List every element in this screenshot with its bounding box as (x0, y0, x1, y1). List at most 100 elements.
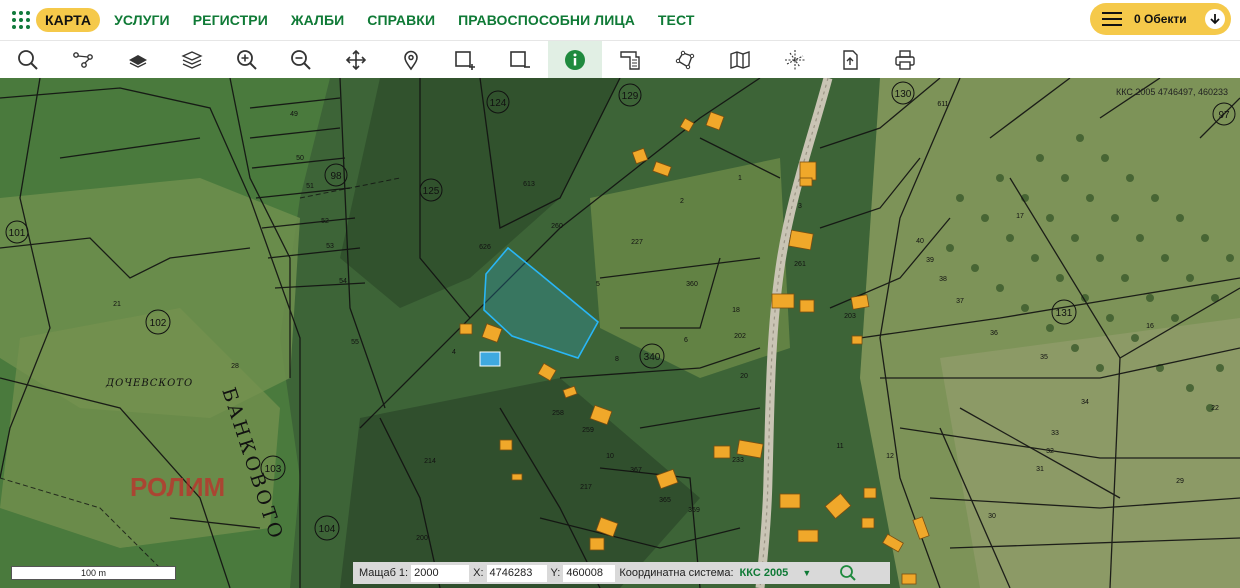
svg-text:18: 18 (732, 307, 740, 314)
map-imagery: 124129 130 98125101 102103104 13134097 49… (0, 78, 1240, 588)
svg-text:22: 22 (1211, 405, 1219, 412)
export-icon (843, 50, 858, 70)
svg-text:53: 53 (326, 243, 334, 250)
polygon-draw-tool-button[interactable] (658, 41, 712, 79)
coordinate-system-select[interactable]: ККС 2005 (740, 567, 789, 579)
search-icon[interactable] (839, 564, 857, 582)
svg-text:104: 104 (319, 524, 336, 535)
svg-text:129: 129 (622, 91, 639, 102)
svg-text:217: 217 (580, 484, 592, 491)
svg-text:214: 214 (424, 458, 436, 465)
svg-text:202: 202 (734, 333, 746, 340)
svg-text:6: 6 (684, 337, 688, 344)
x-coordinate-value: 4746283 (486, 564, 547, 582)
place-label-rolim: РОЛИМ (130, 472, 225, 502)
svg-text:340: 340 (644, 352, 661, 363)
download-arrow-icon[interactable] (1205, 9, 1225, 29)
grid-tool-button[interactable] (768, 41, 822, 79)
svg-text:54: 54 (339, 278, 347, 285)
menu-item-karta[interactable]: КАРТА (36, 8, 101, 32)
svg-text:3: 3 (798, 203, 802, 210)
zoom-out-icon (291, 50, 311, 70)
zoom-in-icon (237, 50, 257, 70)
svg-text:32: 32 (1046, 448, 1054, 455)
svg-text:365: 365 (659, 497, 671, 504)
svg-text:5: 5 (596, 281, 600, 288)
svg-text:52: 52 (321, 218, 329, 225)
svg-text:613: 613 (523, 181, 535, 188)
polygon-draw-icon (675, 50, 695, 70)
svg-text:200: 200 (416, 535, 428, 542)
svg-text:11: 11 (836, 443, 843, 450)
svg-text:97: 97 (1218, 110, 1230, 121)
svg-text:10: 10 (606, 453, 614, 460)
svg-text:37: 37 (956, 298, 964, 305)
select-add-icon (455, 51, 475, 70)
select-remove-tool-button[interactable] (493, 41, 547, 79)
svg-text:626: 626 (479, 244, 491, 251)
route-icon (73, 52, 93, 68)
export-tool-button[interactable] (823, 41, 877, 79)
zoom-out-tool-button[interactable] (274, 41, 328, 79)
svg-text:35: 35 (1040, 354, 1048, 361)
scale-label: Мащаб 1: (359, 567, 409, 579)
pin-tool-button[interactable] (384, 41, 438, 79)
print-icon (895, 50, 915, 70)
apps-grid-icon[interactable] (10, 9, 32, 31)
pan-tool-button[interactable] (329, 41, 383, 79)
scale-value-field[interactable]: 2000 (411, 564, 470, 582)
measure-area-tool-button[interactable] (603, 41, 657, 79)
svg-text:40: 40 (916, 238, 924, 245)
svg-text:102: 102 (150, 318, 167, 329)
map-canvas[interactable]: 124 129 130 98 125 101 102 103 104 131 340 97 49… (0, 78, 1240, 588)
menu-item-uslugi[interactable]: УСЛУГИ (114, 12, 170, 28)
svg-text:29: 29 (1176, 478, 1184, 485)
menu-item-test[interactable]: ТЕСТ (658, 12, 695, 28)
hamburger-icon (1102, 12, 1122, 26)
menu-item-pravosposobni-litsa[interactable]: ПРАВОСПОСОБНИ ЛИЦА (458, 12, 635, 28)
main-menu: КАРТА УСЛУГИ РЕГИСТРИ ЖАЛБИ СПРАВКИ ПРАВ… (36, 8, 718, 32)
svg-text:36: 36 (990, 330, 998, 337)
svg-text:101: 101 (9, 228, 26, 239)
svg-text:4: 4 (452, 349, 456, 356)
objects-button[interactable]: 0 Обекти (1090, 3, 1231, 35)
map-pin-icon (404, 50, 418, 71)
place-label-dochevskoto: ДОЧЕВСКОТО (105, 378, 193, 389)
layers-stack-tool-button[interactable] (165, 41, 219, 79)
print-tool-button[interactable] (878, 41, 932, 79)
svg-text:367: 367 (630, 467, 642, 474)
svg-text:33: 33 (1051, 430, 1059, 437)
layer-tool-button[interactable] (111, 41, 165, 79)
top-navigation: КАРТА УСЛУГИ РЕГИСТРИ ЖАЛБИ СПРАВКИ ПРАВ… (0, 0, 1240, 40)
layers-stack-icon (181, 51, 203, 69)
svg-text:12: 12 (886, 453, 894, 460)
y-label: Y: (550, 567, 561, 579)
svg-text:360: 360 (686, 281, 698, 288)
svg-text:34: 34 (1081, 399, 1089, 406)
menu-item-zhalbi[interactable]: ЖАЛБИ (291, 12, 344, 28)
route-tool-button[interactable] (56, 41, 110, 79)
select-remove-icon (510, 51, 530, 68)
svg-text:131: 131 (1056, 308, 1073, 319)
svg-text:359: 359 (688, 507, 700, 514)
svg-text:17: 17 (1016, 213, 1024, 220)
search-tool-button[interactable] (1, 41, 55, 79)
menu-item-spravki[interactable]: СПРАВКИ (367, 12, 435, 28)
map-tool-button[interactable] (713, 41, 767, 79)
svg-text:233: 233 (732, 457, 744, 464)
svg-text:21: 21 (113, 301, 121, 308)
svg-text:50: 50 (296, 155, 304, 162)
svg-text:30: 30 (988, 513, 996, 520)
coordinate-system-label: Координатна система: (619, 567, 734, 579)
search-icon (18, 50, 38, 70)
svg-text:125: 125 (423, 186, 440, 197)
menu-item-registri[interactable]: РЕГИСТРИ (193, 12, 268, 28)
svg-text:16: 16 (1146, 323, 1154, 330)
svg-text:98: 98 (330, 171, 342, 182)
dropdown-triangle-icon[interactable]: ▼ (802, 568, 811, 578)
svg-text:31: 31 (1036, 466, 1044, 473)
select-add-tool-button[interactable] (438, 41, 492, 79)
zoom-in-tool-button[interactable] (220, 41, 274, 79)
info-tool-button[interactable] (548, 41, 602, 79)
scale-bar: 100 m (11, 566, 176, 580)
